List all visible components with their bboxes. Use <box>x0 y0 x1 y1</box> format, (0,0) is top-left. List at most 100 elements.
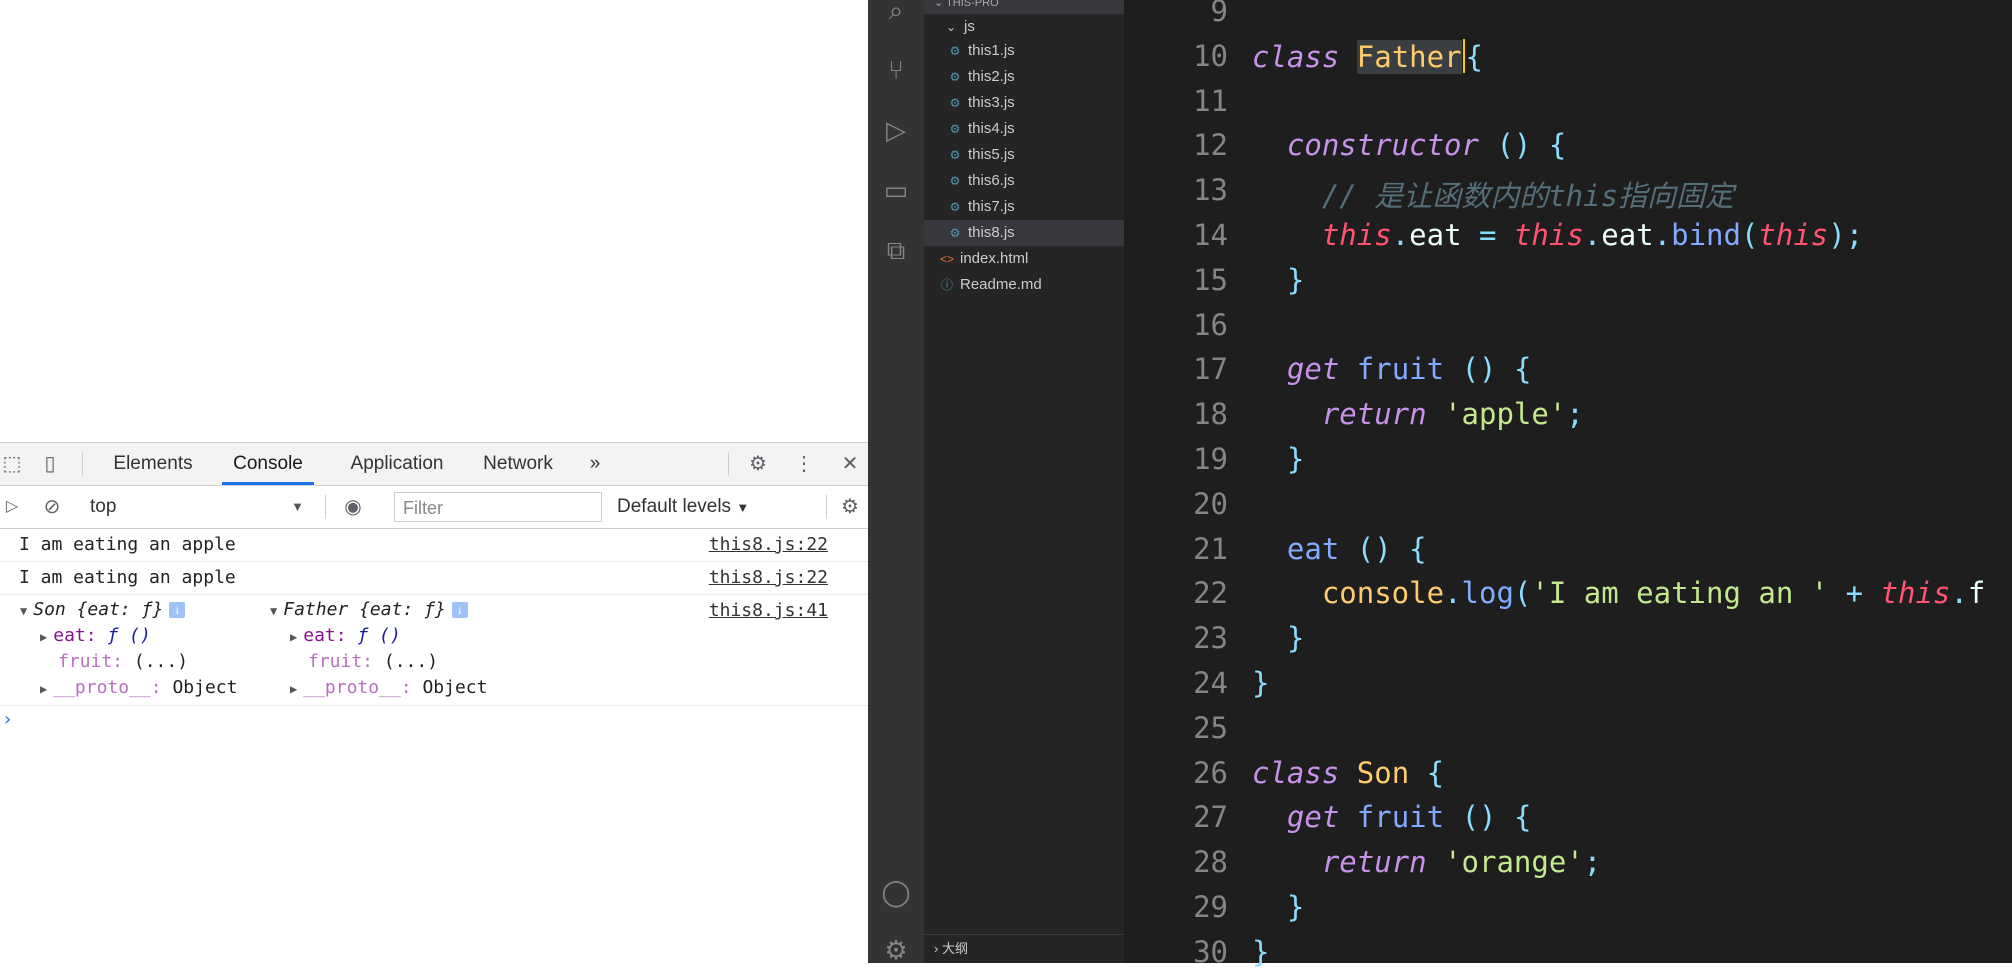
clear-console-icon[interactable]: ⊘ <box>40 495 64 519</box>
code-line[interactable]: 13 // 是让函数内的this指向固定 <box>1124 173 2012 217</box>
file-index-html[interactable]: <> index.html <box>924 246 1124 272</box>
console-output: I am eating an apple this8.js:22 I am ea… <box>0 529 868 964</box>
code-line[interactable]: 25 <box>1124 711 2012 755</box>
collapse-triangle-icon: ▶ <box>40 682 48 696</box>
chevron-down-icon: ▼ <box>291 499 304 514</box>
code-line[interactable]: 21 eat () { <box>1124 532 2012 576</box>
log-text: I am eating an apple <box>19 534 236 555</box>
file-this2-js[interactable]: ⚙ this2.js <box>924 64 1124 90</box>
file-this4-js[interactable]: ⚙ this4.js <box>924 116 1124 142</box>
line-number: 22 <box>1193 576 1228 611</box>
code-line[interactable]: 17 get fruit () { <box>1124 352 2012 396</box>
devtools-panel: ⬚ ▯ Elements Console Application Network… <box>0 442 868 964</box>
code-line[interactable]: 14 this.eat = this.eat.bind(this); <box>1124 218 2012 262</box>
sidebar-toggle-icon[interactable]: ▷ <box>0 495 24 519</box>
inspect-element-icon[interactable]: ⬚ <box>0 452 24 476</box>
file-this7-js[interactable]: ⚙ this7.js <box>924 194 1124 220</box>
son-proto-property[interactable]: ▶ __proto__: Object <box>40 677 237 698</box>
console-message: I am eating an apple this8.js:22 <box>0 562 868 595</box>
tab-application[interactable]: Application <box>334 443 460 485</box>
file-this3-js[interactable]: ⚙ this3.js <box>924 90 1124 116</box>
source-link[interactable]: this8.js:41 <box>709 600 828 621</box>
eye-icon[interactable]: ◉ <box>341 495 365 519</box>
tab-divider <box>82 452 83 476</box>
context-select[interactable]: top ▼ <box>90 492 312 522</box>
source-link[interactable]: this8.js:22 <box>709 567 828 588</box>
file-this8-js[interactable]: ⚙ this8.js <box>924 220 1124 246</box>
code-line[interactable]: 16 <box>1124 308 2012 352</box>
log-levels-select[interactable]: Default levels ▼ <box>617 492 749 522</box>
console-prompt-row[interactable]: › <box>0 707 868 747</box>
js-file-icon: ⚙ <box>949 44 961 58</box>
folder-js[interactable]: ⌄ js <box>924 14 1124 40</box>
line-number: 19 <box>1193 442 1228 476</box>
code-line[interactable]: 12 constructor () { <box>1124 128 2012 172</box>
tab-console[interactable]: Console <box>222 443 314 485</box>
code-text: class Father{ <box>1252 38 1484 74</box>
device-toolbar-icon[interactable]: ▯ <box>38 452 62 476</box>
filter-input[interactable]: Filter <box>394 492 602 522</box>
son-object-header[interactable]: ▼ Son {eat: ƒ} i <box>20 599 186 620</box>
run-debug-icon[interactable]: ▷ <box>878 112 914 148</box>
file-this6-js[interactable]: ⚙ this6.js <box>924 168 1124 194</box>
search-icon[interactable]: ⌕ <box>878 0 914 28</box>
code-line[interactable]: 20 <box>1124 487 2012 531</box>
son-eat-property[interactable]: ▶ eat: ƒ () <box>40 625 151 646</box>
remote-explorer-icon[interactable]: ▭ <box>878 172 914 208</box>
son-fruit-property[interactable]: fruit: (...) <box>58 651 188 672</box>
father-fruit-property[interactable]: fruit: (...) <box>308 651 438 672</box>
code-text: // 是让函数内的this指向固定 <box>1321 179 1735 214</box>
father-eat-property[interactable]: ▶ eat: ƒ () <box>290 625 401 646</box>
code-line[interactable]: 10 class Father{ <box>1124 38 2012 83</box>
more-options-icon[interactable]: ⋮ <box>792 452 816 476</box>
log-text: I am eating an apple <box>19 567 236 588</box>
code-line[interactable]: 15 } <box>1124 263 2012 307</box>
code-line[interactable]: 28 return 'orange'; <box>1124 845 2012 889</box>
console-prompt: › <box>2 709 13 730</box>
expand-triangle-icon: ▼ <box>270 604 278 618</box>
console-settings-icon[interactable]: ⚙ <box>838 495 862 519</box>
code-line[interactable]: 18 return 'apple'; <box>1124 397 2012 441</box>
collapse-triangle-icon: ▶ <box>290 630 298 644</box>
source-control-icon[interactable]: ⑂ <box>878 52 914 88</box>
code-line[interactable]: 9 <box>1124 0 2012 38</box>
line-number: 28 <box>1193 845 1228 880</box>
code-text: constructor () { <box>1286 128 1567 163</box>
context-value: top <box>90 496 117 517</box>
settings-gear-icon[interactable]: ⚙ <box>746 452 770 476</box>
code-line[interactable]: 11 <box>1124 84 2012 128</box>
code-line[interactable]: 19 } <box>1124 442 2012 486</box>
property-value: Object <box>172 677 238 698</box>
code-line[interactable]: 30} <box>1124 935 2012 979</box>
file-readme-md[interactable]: ⓘ Readme.md <box>924 272 1124 298</box>
chevron-down-icon: ▼ <box>736 500 750 515</box>
code-line[interactable]: 27 get fruit () { <box>1124 800 2012 844</box>
source-link[interactable]: this8.js:22 <box>709 534 828 555</box>
father-object-header[interactable]: ▼ Father {eat: ƒ} i <box>270 599 468 620</box>
father-proto-property[interactable]: ▶ __proto__: Object <box>290 677 487 698</box>
more-tabs-button[interactable]: » <box>580 443 610 485</box>
code-line[interactable]: 23 } <box>1124 621 2012 665</box>
vscode-window: ⌕ ⑂ ▷ ▭ ⧉ ◯ ⚙ ⌄ THIS-PRO ⌄ js ⚙ this1.js ⚙ t… <box>868 0 2012 969</box>
tab-elements[interactable]: Elements <box>103 443 203 485</box>
browser-window: ⬚ ▯ Elements Console Application Network… <box>0 0 868 964</box>
html-file-icon: <> <box>940 252 955 266</box>
project-header[interactable]: ⌄ THIS-PRO <box>924 0 1124 14</box>
extensions-icon[interactable]: ⧉ <box>878 232 914 268</box>
code-line[interactable]: 22 console.log('I am eating an ' + this.… <box>1124 576 2012 620</box>
close-devtools-icon[interactable]: ✕ <box>838 452 862 476</box>
file-this1-js[interactable]: ⚙ this1.js <box>924 38 1124 64</box>
file-label: this3.js <box>968 94 1015 111</box>
code-editor[interactable]: 9 10 class Father{11 12 constructor () {13 … <box>1124 0 2012 969</box>
tab-network[interactable]: Network <box>470 443 566 485</box>
line-number: 12 <box>1193 128 1228 163</box>
outline-section[interactable]: › 大纲 <box>924 934 1124 963</box>
code-text: this.eat = this.eat.bind(this); <box>1321 218 1864 252</box>
code-line[interactable]: 26 class Son { <box>1124 756 2012 800</box>
info-icon: i <box>169 602 186 618</box>
code-line[interactable]: 29 } <box>1124 890 2012 934</box>
line-number: 18 <box>1193 397 1228 432</box>
account-icon[interactable]: ◯ <box>878 874 914 910</box>
code-line[interactable]: 24} <box>1124 666 2012 710</box>
file-this5-js[interactable]: ⚙ this5.js <box>924 142 1124 168</box>
